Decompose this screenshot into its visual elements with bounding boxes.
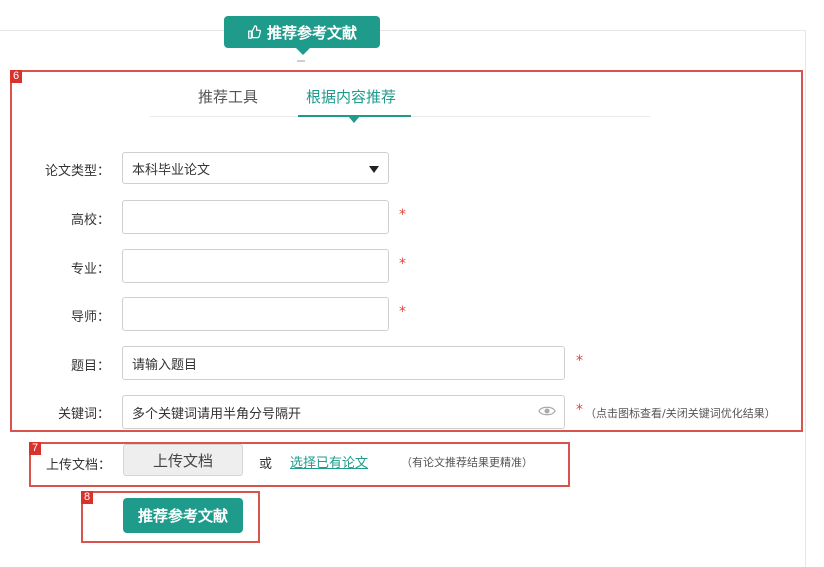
annotation-badge-6: 6	[10, 70, 23, 83]
header-title: 推荐参考文献	[266, 23, 357, 42]
annotation-badge-8: 8	[81, 491, 94, 504]
header-divider	[297, 60, 305, 62]
annotation-box-7: 7	[29, 442, 570, 487]
recommend-header-button[interactable]: 推荐参考文献	[224, 16, 380, 55]
annotation-badge-7: 7	[29, 442, 42, 455]
thumbs-up-icon	[248, 25, 261, 39]
annotation-box-8: 8	[81, 491, 260, 543]
annotation-box-6: 6	[10, 70, 803, 432]
